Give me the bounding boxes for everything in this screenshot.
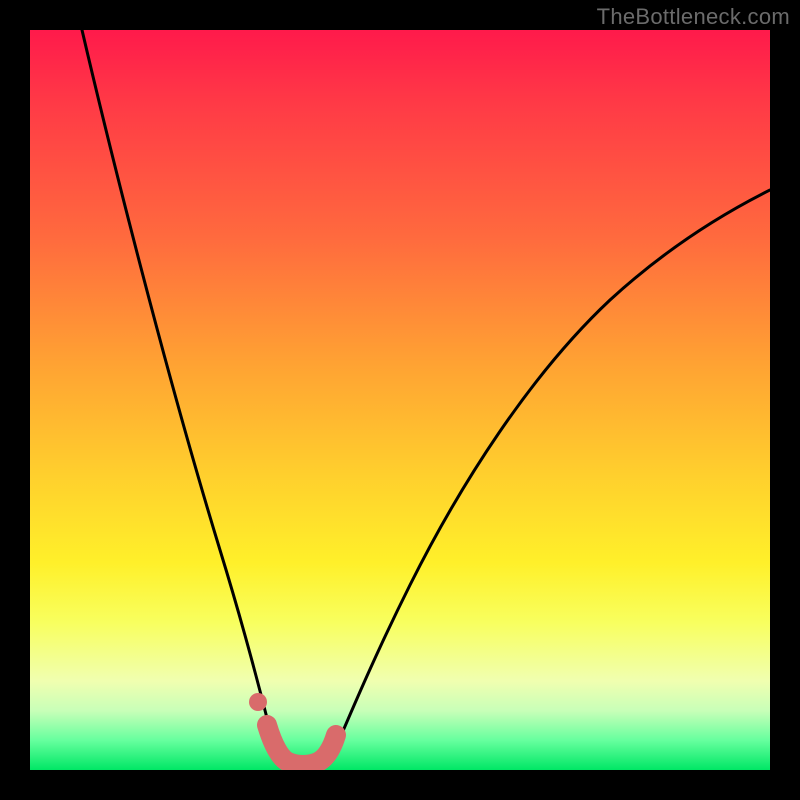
chart-svg [30, 30, 770, 770]
right-curve [328, 190, 770, 765]
watermark-text: TheBottleneck.com [597, 4, 790, 30]
plot-area [30, 30, 770, 770]
optimal-range-highlight [267, 725, 336, 765]
optimal-dot [249, 693, 267, 711]
chart-frame: TheBottleneck.com [0, 0, 800, 800]
left-curve [82, 30, 285, 766]
